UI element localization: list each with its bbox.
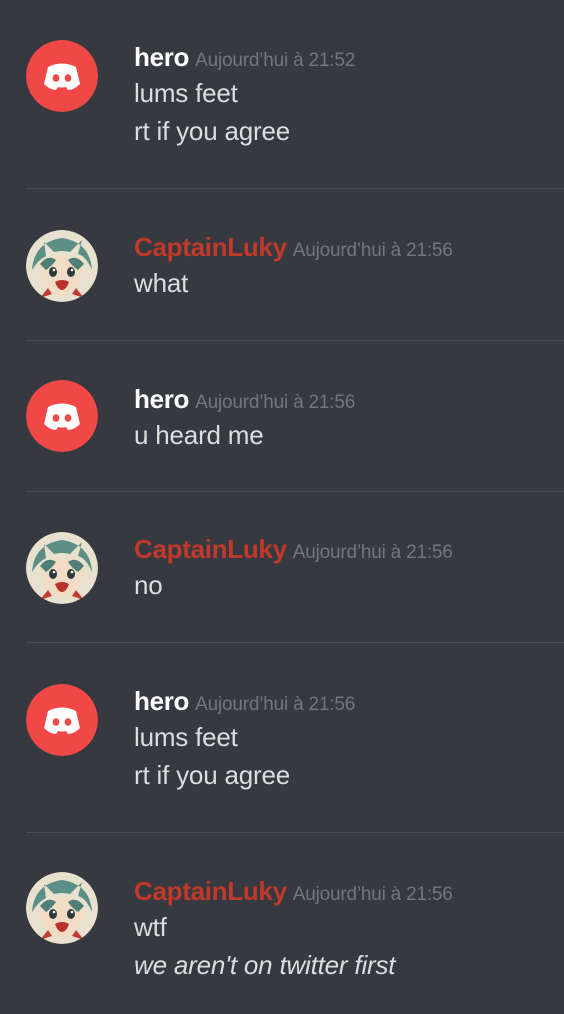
message-header: CaptainLuky Aujourd’hui à 21:56 <box>134 532 554 566</box>
avatar[interactable] <box>26 380 98 452</box>
timestamp: Aujourd’hui à 21:52 <box>195 50 356 71</box>
timestamp: Aujourd’hui à 21:56 <box>292 884 453 905</box>
avatar[interactable] <box>26 532 98 604</box>
message-text: wtf <box>134 912 167 942</box>
avatar[interactable] <box>26 872 98 944</box>
author-name[interactable]: CaptainLuky <box>134 534 287 564</box>
timestamp: Aujourd’hui à 21:56 <box>292 542 453 563</box>
discord-logo-icon <box>26 40 98 112</box>
message-header: hero Aujourd’hui à 21:56 <box>134 382 554 416</box>
message-header: CaptainLuky Aujourd’hui à 21:56 <box>134 874 554 908</box>
author-name[interactable]: hero <box>134 42 189 72</box>
message-header: CaptainLuky Aujourd’hui à 21:56 <box>134 230 554 264</box>
message-divider <box>26 642 564 643</box>
anime-girl-avatar-icon <box>26 532 98 604</box>
discord-logo-icon <box>26 380 98 452</box>
avatar[interactable] <box>26 40 98 112</box>
message-text: rt if you agree <box>134 116 290 146</box>
discord-logo-icon <box>26 684 98 756</box>
message-header: hero Aujourd’hui à 21:52 <box>134 40 554 74</box>
timestamp: Aujourd’hui à 21:56 <box>195 694 356 715</box>
message-divider <box>26 832 564 833</box>
author-name[interactable]: hero <box>134 686 189 716</box>
timestamp: Aujourd’hui à 21:56 <box>292 240 453 261</box>
message-text: u heard me <box>134 420 264 450</box>
avatar[interactable] <box>26 230 98 302</box>
anime-girl-avatar-icon <box>26 872 98 944</box>
message-text: lums feet <box>134 78 238 108</box>
message-text: lums feet <box>134 722 238 752</box>
message-text: rt if you agree <box>134 760 290 790</box>
message-text: no <box>134 570 163 600</box>
chat-message-list: hero Aujourd’hui à 21:52 lums feet rt if … <box>0 0 564 1014</box>
message-divider <box>26 491 564 492</box>
anime-girl-avatar-icon <box>26 230 98 302</box>
message-text: what <box>134 268 189 298</box>
avatar[interactable] <box>26 684 98 756</box>
message-divider <box>26 188 564 189</box>
message-divider <box>26 340 564 341</box>
timestamp: Aujourd’hui à 21:56 <box>195 392 356 413</box>
message-header: hero Aujourd’hui à 21:56 <box>134 684 554 718</box>
author-name[interactable]: hero <box>134 384 189 414</box>
message-text-italic: we aren't on twitter first <box>134 950 396 980</box>
author-name[interactable]: CaptainLuky <box>134 876 287 906</box>
author-name[interactable]: CaptainLuky <box>134 232 287 262</box>
